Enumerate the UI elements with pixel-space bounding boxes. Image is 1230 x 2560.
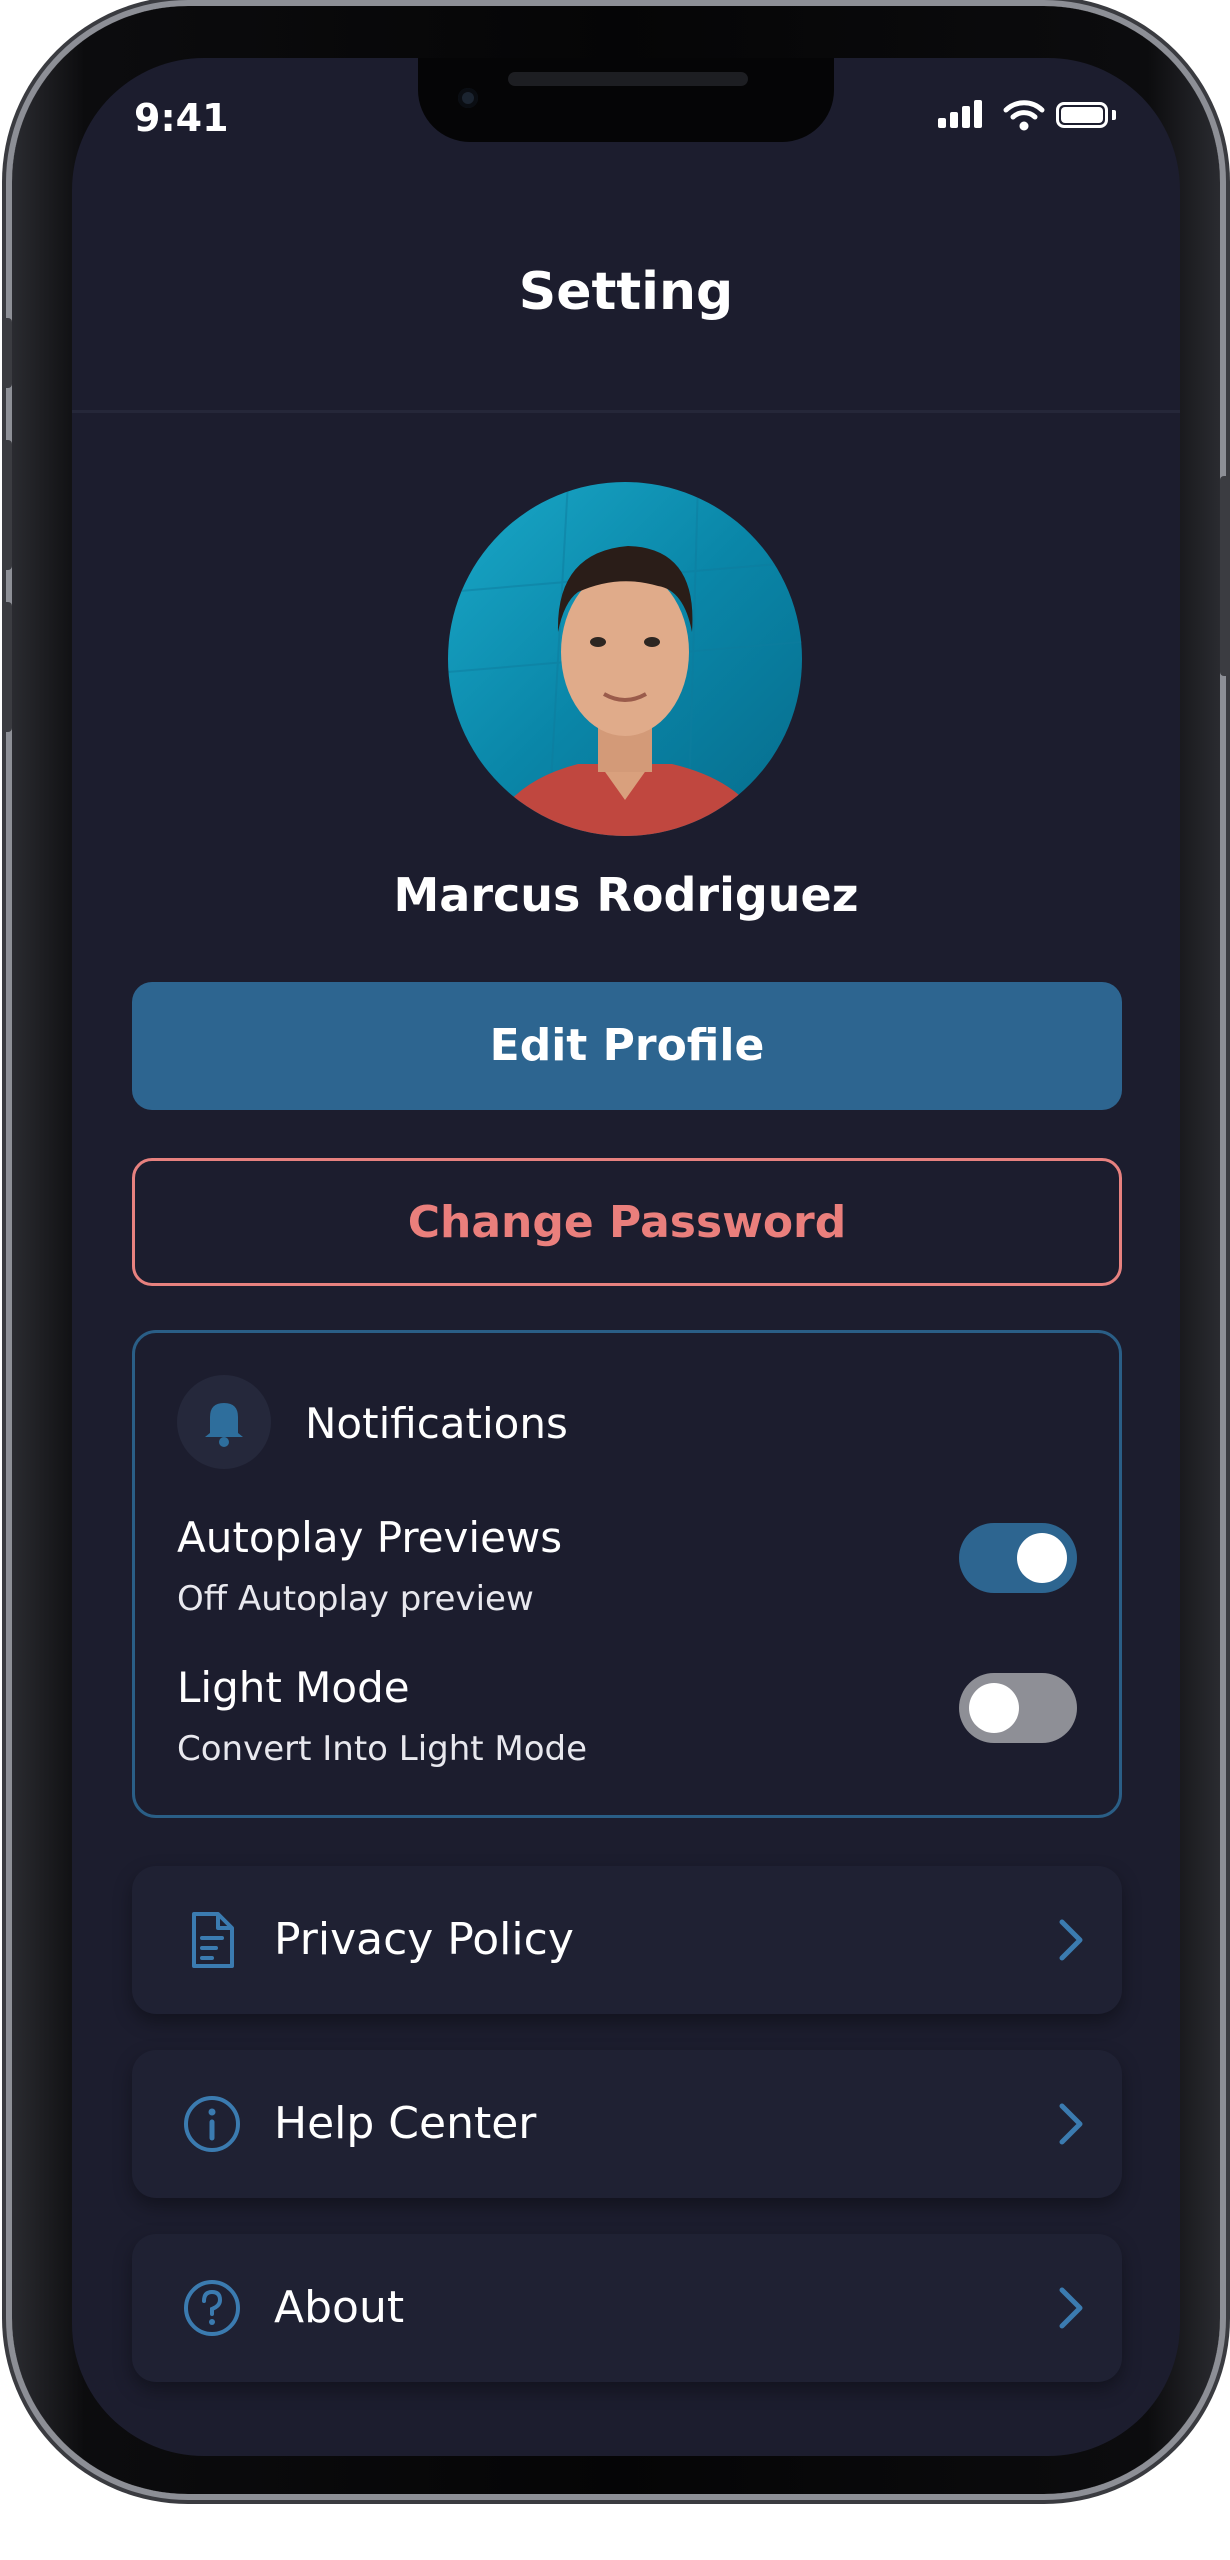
notifications-title: Notifications [305,1399,568,1448]
autoplay-previews-description: Off Autoplay preview [177,1579,534,1619]
mute-switch [2,318,12,388]
edit-profile-button[interactable]: Edit Profile [132,982,1122,1110]
power-button [1220,476,1230,676]
bell-icon-container [177,1375,271,1469]
toggle-knob [1017,1533,1067,1583]
light-mode-description: Convert Into Light Mode [177,1729,588,1769]
autoplay-previews-label: Autoplay Previews [177,1513,563,1562]
question-icon [184,2280,240,2336]
volume-down-button [2,602,12,732]
menu-item-privacy-policy[interactable]: Privacy Policy [132,1866,1122,2014]
status-icons [938,98,1118,132]
battery-icon [1056,102,1108,128]
autoplay-toggle[interactable] [959,1523,1077,1593]
menu-item-label: Privacy Policy [274,1914,574,1965]
app-screen: 9:41 Setting Marcus Rodriguez Edit Profi… [72,58,1180,2456]
avatar[interactable] [448,482,802,836]
status-time: 9:41 [134,96,229,140]
chevron-right-icon [1059,2103,1083,2145]
notifications-card: Notifications Autoplay Previews Off Auto… [132,1330,1122,1818]
toggle-knob [969,1683,1019,1733]
signal-icon [938,98,988,132]
menu-item-help-center[interactable]: Help Center [132,2050,1122,2198]
notch [418,58,834,142]
page-title: Setting [518,262,734,322]
phone-frame: 9:41 Setting Marcus Rodriguez Edit Profi… [2,6,1230,2494]
volume-up-button [2,440,12,570]
wifi-icon [1003,100,1045,131]
bell-icon [205,1403,243,1447]
light-mode-toggle[interactable] [959,1673,1077,1743]
speaker-grille [508,72,748,86]
chevron-right-icon [1059,1919,1083,1961]
light-mode-label: Light Mode [177,1663,410,1712]
battery-cap [1112,110,1116,120]
menu-item-label: Help Center [274,2098,537,2149]
header-divider [72,410,1180,413]
info-icon [184,2096,240,2152]
menu-item-about[interactable]: About [132,2234,1122,2382]
user-name: Marcus Rodriguez [393,868,859,922]
chevron-right-icon [1059,2287,1083,2329]
front-camera [458,88,478,108]
document-icon [192,1912,234,1968]
menu-item-label: About [274,2282,405,2333]
change-password-button[interactable]: Change Password [132,1158,1122,1286]
avatar-photo [448,482,802,836]
